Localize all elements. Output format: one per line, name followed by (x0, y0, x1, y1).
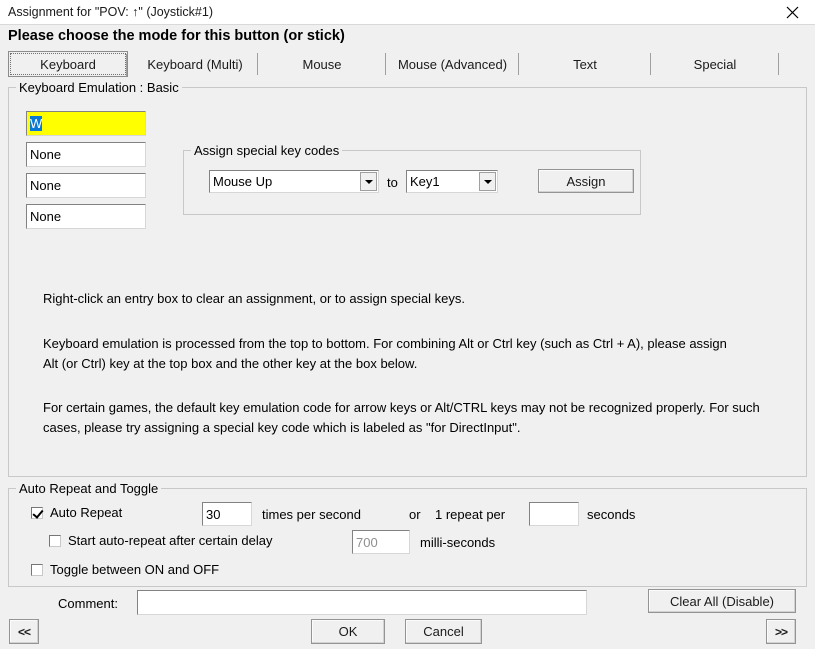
combo-value: Key1 (410, 174, 440, 189)
help-text-line-1: Right-click an entry box to clear an ass… (43, 291, 465, 306)
tab-special[interactable]: Special (651, 51, 779, 77)
tab-keyboard-multi[interactable]: Keyboard (Multi) (132, 51, 258, 77)
key-entry-value: None (30, 147, 62, 162)
special-key-target-combo[interactable]: Key1 (406, 170, 498, 193)
button-label: Cancel (423, 624, 464, 639)
key-entry-box-3[interactable]: None (26, 173, 146, 198)
checkbox-box (31, 506, 43, 519)
mode-tabstrip: Keyboard Keyboard (Multi) Mouse Mouse (A… (4, 51, 810, 77)
one-repeat-per-label: 1 repeat per (435, 507, 506, 522)
repeat-rate-input[interactable]: 30 (202, 502, 252, 526)
tab-label: Keyboard (Multi) (147, 56, 243, 72)
group-title: Auto Repeat and Toggle (16, 481, 162, 496)
button-label: Assign (566, 173, 606, 189)
tab-label: Text (573, 56, 597, 72)
checkbox-label: Toggle between ON and OFF (50, 562, 220, 577)
checkbox-box (49, 534, 61, 547)
window-title: Assignment for "POV: ↑" (Joystick#1) (8, 5, 213, 19)
tab-label: Mouse (302, 56, 342, 72)
tab-label: Special (693, 56, 737, 72)
auto-repeat-and-toggle-group: Auto Repeat and Toggle Auto Repeat 30 ti… (8, 481, 807, 587)
button-label: >> (774, 624, 788, 639)
key-entry-value: None (30, 178, 62, 193)
group-title: Keyboard Emulation : Basic (16, 80, 182, 95)
input-value: 30 (206, 506, 221, 522)
tab-label: Keyboard (40, 56, 96, 72)
tab-label: Mouse (Advanced) (397, 56, 508, 72)
checkbox-box (31, 563, 43, 576)
page-title: Please choose the mode for this button (… (8, 28, 345, 44)
toggle-on-off-checkbox[interactable]: Toggle between ON and OFF (31, 562, 219, 577)
chevron-down-icon[interactable] (360, 172, 377, 191)
ok-button[interactable]: OK (311, 619, 385, 644)
assign-button[interactable]: Assign (538, 169, 634, 193)
key-entry-box-1[interactable]: W (26, 111, 146, 136)
checkbox-label: Auto Repeat (50, 505, 123, 520)
or-label: or (409, 507, 421, 522)
dialog-client-area: Please choose the mode for this button (… (0, 25, 815, 649)
milliseconds-label: milli-seconds (420, 535, 496, 550)
previous-button[interactable]: << (9, 619, 39, 644)
input-value: 700 (356, 534, 378, 550)
cancel-button[interactable]: Cancel (405, 619, 482, 644)
auto-repeat-checkbox[interactable]: Auto Repeat (31, 505, 122, 520)
key-entry-box-2[interactable]: None (26, 142, 146, 167)
seconds-label: seconds (587, 507, 636, 522)
keyboard-emulation-basic-group: Keyboard Emulation : Basic W None None N… (8, 80, 807, 477)
clear-all-button[interactable]: Clear All (Disable) (648, 589, 796, 613)
group-title: Assign special key codes (191, 143, 343, 158)
chevron-down-icon[interactable] (479, 172, 496, 191)
to-label: to (387, 175, 398, 190)
help-text-line-2: Keyboard emulation is processed from the… (43, 336, 727, 371)
times-per-second-label: times per second (262, 507, 361, 522)
tab-mouse[interactable]: Mouse (258, 51, 386, 77)
comment-label: Comment: (58, 596, 118, 611)
key-entry-box-4[interactable]: None (26, 204, 146, 229)
close-icon[interactable] (770, 0, 815, 24)
start-delay-checkbox[interactable]: Start auto-repeat after certain delay (49, 533, 273, 548)
button-label: Clear All (Disable) (669, 593, 775, 609)
key-entry-value: None (30, 209, 62, 224)
help-text-line-3: For certain games, the default key emula… (43, 400, 760, 435)
tab-mouse-advanced[interactable]: Mouse (Advanced) (386, 51, 519, 77)
button-label: << (17, 624, 31, 639)
tab-keyboard[interactable]: Keyboard (8, 51, 128, 77)
delay-value-input[interactable]: 700 (352, 530, 410, 554)
checkbox-label: Start auto-repeat after certain delay (68, 533, 273, 548)
assign-special-key-codes-group: Assign special key codes Mouse Up to Key… (183, 143, 641, 215)
comment-input[interactable] (137, 590, 587, 615)
special-key-source-combo[interactable]: Mouse Up (209, 170, 379, 193)
window-titlebar: Assignment for "POV: ↑" (Joystick#1) (0, 0, 815, 25)
next-button[interactable]: >> (766, 619, 796, 644)
key-entry-value: W (30, 116, 43, 131)
combo-value: Mouse Up (213, 174, 273, 189)
repeat-seconds-input[interactable] (529, 502, 579, 526)
button-label: OK (338, 624, 358, 639)
tab-text[interactable]: Text (519, 51, 651, 77)
